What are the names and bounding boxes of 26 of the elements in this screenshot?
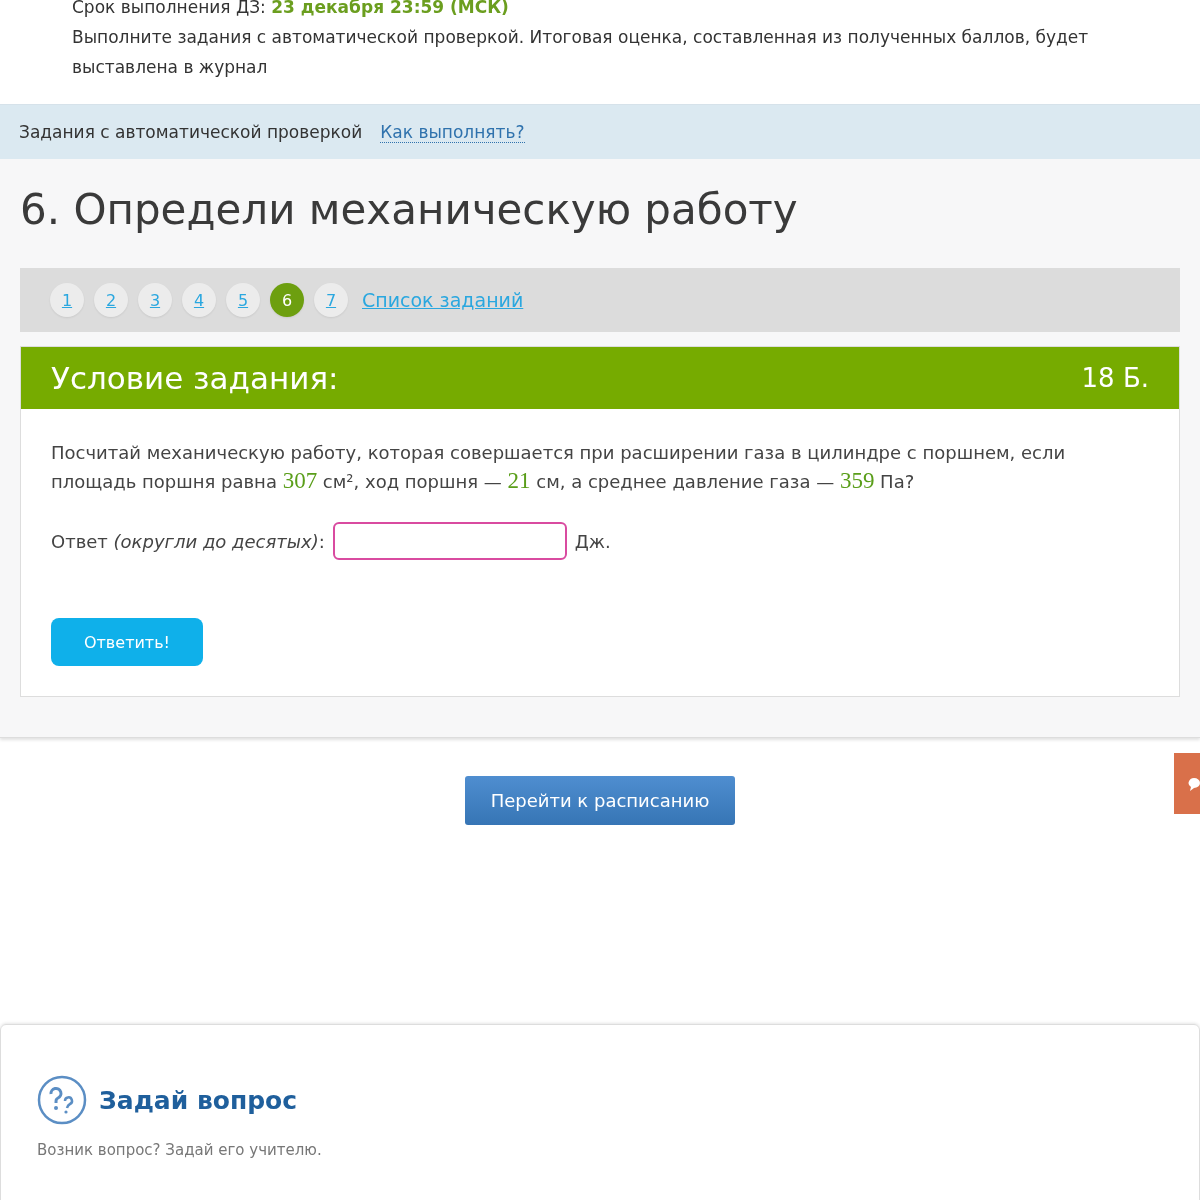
section-title: Задания с автоматической проверкой: [19, 122, 363, 142]
task-title: 6. Определи механическую работу: [19, 184, 799, 236]
answer-field[interactable]: [332, 522, 567, 560]
feedback-tab[interactable]: [1174, 753, 1200, 814]
task-list-link[interactable]: Список заданий: [362, 289, 524, 311]
task-number-button[interactable]: 7: [314, 283, 348, 317]
chat-icon: [1188, 776, 1200, 791]
question-text: Посчитай механическую работу, которая совершается при расширении газа в цилиндре с поршнем, если площадь поршня равна 307 см², ход поршня — 21 см, а среднее давление газа — 359 Па?: [51, 441, 1067, 495]
unit-text: Дж.: [574, 530, 611, 552]
submit-button[interactable]: Ответить!: [51, 618, 203, 666]
schedule-button[interactable]: Перейти к расписанию: [465, 776, 735, 825]
task-number-button[interactable]: 5: [226, 283, 260, 317]
task-number-button[interactable]: 3: [138, 283, 172, 317]
deadline-text: Срок выполнения ДЗ: 23 декабря 23:59 (МСК): [72, 0, 510, 19]
ask-text: Возник вопрос? Задай его учителю.: [37, 1141, 323, 1159]
task-header-title: Условие задания:: [51, 360, 339, 396]
task-number-button[interactable]: 6: [270, 283, 304, 317]
task-number-button[interactable]: 2: [94, 283, 128, 317]
description-text: Выполните задания с автоматической проверкой. Итоговая оценка, составленная из полученных баллов, будет выставлена в журнал: [72, 26, 1090, 79]
points-text: 18 Б.: [1081, 363, 1149, 393]
help-link[interactable]: Как выполнять?: [380, 121, 525, 143]
task-number-button[interactable]: 4: [182, 283, 216, 317]
task-number-button[interactable]: 1: [50, 283, 84, 317]
ask-title: Задай вопрос: [99, 1085, 298, 1115]
answer-label: Ответ (округли до десятых):: [51, 530, 325, 552]
question-icon: [37, 1075, 87, 1125]
